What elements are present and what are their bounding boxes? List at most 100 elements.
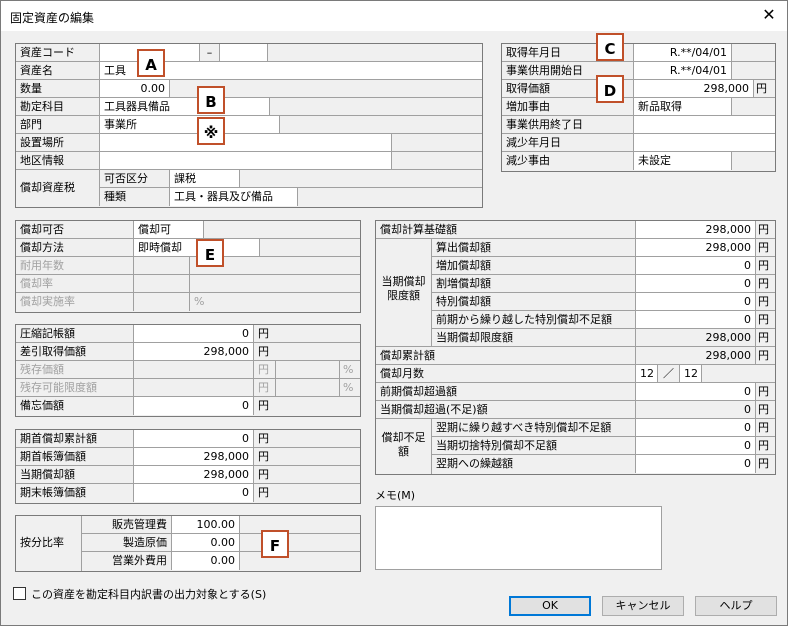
account-input[interactable]: 工具器具備品 [100, 98, 270, 116]
memo-price-unit: 円 [254, 397, 360, 415]
cur-limit-label: 当期償却限度額 [432, 329, 636, 347]
prev-excess-unit: 円 [756, 383, 775, 401]
residual-limit-pct-input[interactable] [276, 379, 340, 397]
memo-price-input[interactable]: 0 [134, 397, 254, 415]
impl-rate-label: 償却実施率 [16, 293, 134, 311]
months-total: 12 [680, 365, 702, 383]
use-start-input[interactable]: R.**/04/01 [634, 62, 732, 80]
decrease-date-input[interactable] [634, 134, 775, 152]
next-forward-input[interactable]: 0 [636, 455, 756, 473]
next-forward-label: 翌期への繰越額 [432, 455, 636, 473]
cur-excess-unit: 円 [756, 401, 775, 419]
prev-excess-input[interactable]: 0 [636, 383, 756, 401]
asset-code-suffix-input[interactable] [220, 44, 268, 62]
carried-unit: 円 [756, 311, 775, 329]
period-values-panel: 期首償却累計額 0 円 期首帳簿価額 298,000 円 当期償却額 298,0… [15, 429, 361, 504]
marker-f: F [261, 530, 289, 558]
carried-label: 前期から繰り越した特別償却不足額 [432, 311, 636, 329]
tax-class-input[interactable]: 課税 [170, 170, 240, 188]
computed-input[interactable]: 298,000 [636, 239, 756, 257]
premium-unit: 円 [756, 275, 775, 293]
open-acc-unit: 円 [254, 430, 360, 448]
cancel-button[interactable]: キャンセル [602, 596, 684, 616]
compress-input[interactable]: 0 [134, 325, 254, 343]
use-start-filler [732, 62, 775, 80]
useful-life-label: 耐用年数 [16, 257, 134, 275]
allocation-panel: 按分比率 販売管理費 100.00 製造原価 0.00 営業外費用 0.00 [15, 515, 361, 572]
cur-limit-value: 298,000 [636, 329, 756, 347]
special-input[interactable]: 0 [636, 293, 756, 311]
use-end-input[interactable] [634, 116, 775, 134]
dep-rate-input[interactable] [134, 275, 190, 293]
output-target-label[interactable]: この資産を勘定科目内訳書の出力対象とする(S) [31, 586, 266, 602]
marker-note: ※ [197, 117, 225, 145]
residual-pct-input[interactable] [276, 361, 340, 379]
sga-input[interactable]: 100.00 [172, 516, 240, 534]
useful-life-input[interactable] [134, 257, 190, 275]
location-label: 設置場所 [16, 134, 100, 152]
output-target-checkbox[interactable] [13, 587, 26, 600]
window-title: 固定資産の編集 [10, 11, 95, 25]
open-book-label: 期首帳簿価額 [16, 448, 134, 466]
location-filler [392, 134, 482, 152]
dep-rate-label: 償却率 [16, 275, 134, 293]
acq-price-input[interactable]: 298,000 [634, 80, 754, 98]
premium-label: 割増償却額 [432, 275, 636, 293]
residual-limit-label: 残存可能限度額 [16, 379, 134, 397]
district-input[interactable] [100, 152, 392, 170]
kind-label: 種類 [100, 188, 170, 206]
accum-unit: 円 [756, 347, 775, 365]
impl-rate-input[interactable] [134, 293, 190, 311]
base-unit: 円 [756, 221, 775, 239]
acq-date-input[interactable]: R.**/04/01 [634, 44, 732, 62]
department-input[interactable]: 事業所 [100, 116, 280, 134]
depreciation-calc-panel: 償却計算基礎額 298,000 円 当期償却限度額 算出償却額 298,000 … [375, 220, 776, 475]
cut-input[interactable]: 0 [636, 437, 756, 455]
residual-input[interactable] [134, 361, 254, 379]
mfg-input[interactable]: 0.00 [172, 534, 240, 552]
next-carry-input[interactable]: 0 [636, 419, 756, 437]
residual-limit-unit: 円 [254, 379, 276, 397]
net-acq-unit: 円 [254, 343, 360, 361]
use-end-label: 事業供用終了日 [502, 116, 634, 134]
nonop-input[interactable]: 0.00 [172, 552, 240, 570]
decrease-reason-input[interactable]: 未設定 [634, 152, 732, 170]
location-input[interactable] [100, 134, 392, 152]
marker-b: B [197, 86, 225, 114]
increased-unit: 円 [756, 257, 775, 275]
quantity-input[interactable]: 0.00 [100, 80, 170, 98]
residual-limit-input[interactable] [134, 379, 254, 397]
tax-class-label: 可否区分 [100, 170, 170, 188]
months-filler [702, 365, 775, 383]
compress-unit: 円 [254, 325, 360, 343]
dep-rate-filler [190, 275, 360, 293]
dialog-window: 固定資産の編集 ✕ 資産コード – 資産名 工具 数量 0.00 勘定科目 工具… [0, 0, 788, 626]
increase-reason-filler [732, 98, 775, 116]
close-icon[interactable]: ✕ [759, 5, 779, 25]
cut-unit: 円 [756, 437, 775, 455]
premium-input[interactable]: 0 [636, 275, 756, 293]
open-book-input[interactable]: 298,000 [134, 448, 254, 466]
dep-possible-input[interactable]: 償却可 [134, 221, 204, 239]
account-label: 勘定科目 [16, 98, 100, 116]
computed-label: 算出償却額 [432, 239, 636, 257]
open-acc-input[interactable]: 0 [134, 430, 254, 448]
increase-reason-input[interactable]: 新品取得 [634, 98, 732, 116]
close-book-input[interactable]: 0 [134, 484, 254, 502]
decrease-reason-label: 減少事由 [502, 152, 634, 170]
months-input[interactable]: 12 [636, 365, 658, 383]
ok-button[interactable]: OK [509, 596, 591, 616]
book-value-panel: 圧縮記帳額 0 円 差引取得価額 298,000 円 残存価額 円 % 残存可能… [15, 324, 361, 417]
kind-input[interactable]: 工具・器具及び備品 [170, 188, 298, 206]
marker-d: D [596, 75, 624, 103]
cur-dep-input[interactable]: 298,000 [134, 466, 254, 484]
special-unit: 円 [756, 293, 775, 311]
base-input[interactable]: 298,000 [636, 221, 756, 239]
mfg-label: 製造原価 [82, 534, 172, 552]
net-acq-input[interactable]: 298,000 [134, 343, 254, 361]
carried-input[interactable]: 0 [636, 311, 756, 329]
increased-input[interactable]: 0 [636, 257, 756, 275]
help-button[interactable]: ヘルプ [695, 596, 777, 616]
memo-textarea[interactable] [375, 506, 662, 570]
cur-excess-value: 0 [636, 401, 756, 419]
